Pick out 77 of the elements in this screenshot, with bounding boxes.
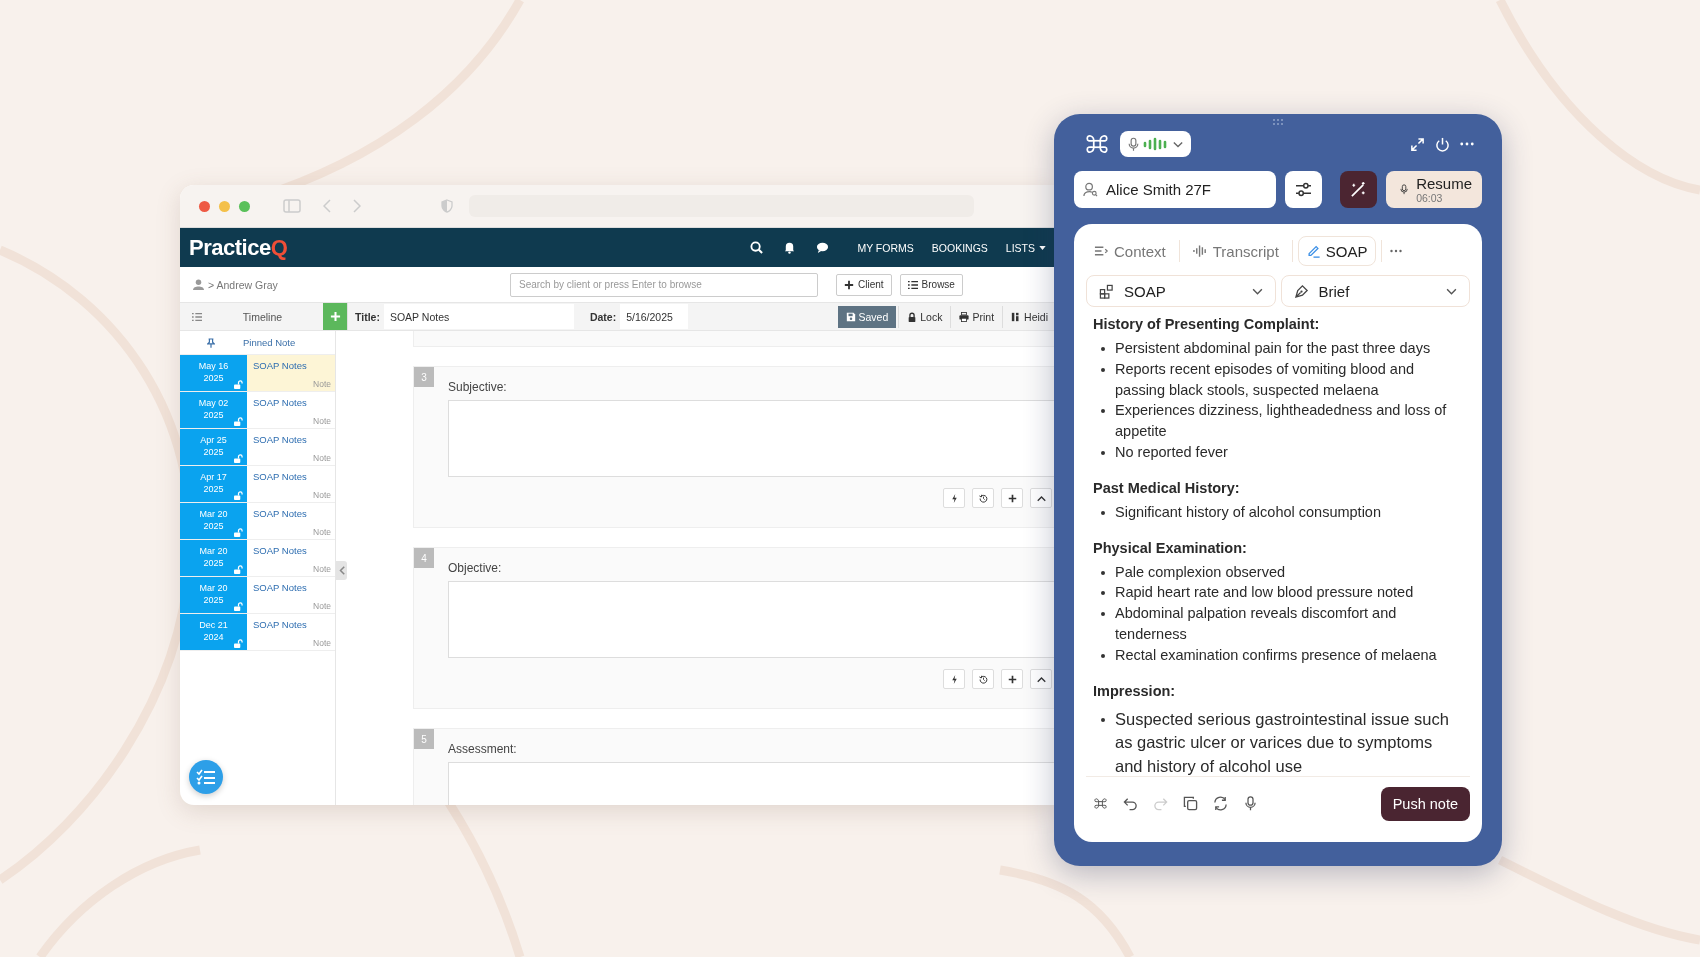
note-year: 2024 bbox=[203, 630, 224, 643]
lock-button[interactable]: Lock bbox=[898, 305, 951, 328]
nav-link[interactable]: BOOKINGS bbox=[931, 241, 988, 254]
save-button[interactable]: Saved bbox=[837, 305, 897, 328]
note-title: SOAP Notes bbox=[253, 360, 308, 371]
note-date: Apr 17 bbox=[200, 470, 227, 483]
note-type: Note bbox=[313, 453, 331, 463]
note-year: 2025 bbox=[203, 519, 224, 532]
push-note-button[interactable]: Push note bbox=[1380, 786, 1470, 821]
note-title: SOAP Notes bbox=[253, 471, 308, 482]
section-heading: History of Presenting Complaint: bbox=[1093, 315, 1321, 334]
note-type: Note bbox=[313, 379, 331, 389]
title-field[interactable]: SOAP Notes bbox=[383, 304, 574, 329]
tab[interactable]: SOAP bbox=[1297, 236, 1376, 266]
note-type: Note bbox=[313, 490, 331, 500]
note-date: Mar 20 bbox=[199, 507, 228, 520]
timeline-title: Timeline bbox=[241, 310, 284, 323]
note-type: Note bbox=[313, 416, 331, 426]
note-title: SOAP Notes bbox=[253, 397, 308, 408]
field-label: Date: bbox=[589, 310, 617, 323]
section-heading: Impression: bbox=[1093, 681, 1177, 701]
patient-field[interactable]: Alice Smith 27F bbox=[1074, 171, 1276, 208]
note-date: May 16 bbox=[198, 359, 229, 372]
note-year: 2025 bbox=[203, 445, 224, 458]
section-number: 5 bbox=[414, 729, 434, 749]
note-year: 2025 bbox=[203, 408, 224, 421]
section-label: Objective: bbox=[448, 561, 503, 575]
note-text: Persistent abdominal pain for the past three days bbox=[1115, 339, 1431, 358]
note-date: Dec 21 bbox=[199, 618, 228, 631]
note-text: Suspected serious gastrointestinal issue such as gastric ulcer or varices due to symptoms and history of alcohol use bbox=[1115, 708, 1450, 777]
nav-link[interactable]: MY FORMS bbox=[857, 241, 914, 254]
style-dropdown[interactable]: Brief bbox=[1280, 275, 1470, 307]
note-text: Rapid heart rate and low blood pressure noted bbox=[1115, 583, 1414, 603]
template-dropdown[interactable]: SOAP bbox=[1086, 275, 1276, 307]
note-date: Mar 20 bbox=[199, 544, 228, 557]
section-heading: Physical Examination: bbox=[1093, 538, 1248, 558]
note-year: 2025 bbox=[203, 371, 224, 384]
note-year: 2025 bbox=[203, 593, 224, 606]
breadcrumb[interactable]: > Andrew Gray bbox=[208, 278, 508, 291]
section-label: Assessment: bbox=[448, 742, 518, 756]
browse-button[interactable]: Browse bbox=[899, 273, 963, 296]
note-text: No reported fever bbox=[1115, 443, 1228, 462]
note-text: Reports recent episodes of vomiting blood and passing black stools, suspected melaena bbox=[1115, 359, 1416, 400]
practiceq-logo[interactable]: PracticeQ bbox=[189, 234, 288, 261]
section-label: Subjective: bbox=[448, 380, 508, 394]
note-date: Apr 25 bbox=[200, 433, 227, 446]
note-title: SOAP Notes bbox=[253, 545, 308, 556]
section-number: 3 bbox=[414, 367, 434, 387]
field-label: Title: bbox=[355, 310, 380, 323]
note-text: Significant history of alcohol consumption bbox=[1115, 502, 1381, 522]
note-text: Pale complexion observed bbox=[1115, 562, 1286, 582]
note-type: Note bbox=[313, 527, 331, 537]
note-title: SOAP Notes bbox=[253, 508, 308, 519]
note-type: Note bbox=[313, 601, 331, 611]
date-field[interactable]: 5/16/2025 bbox=[620, 304, 689, 329]
add-client-button[interactable]: Client bbox=[836, 273, 892, 296]
recording-time: 06:03 bbox=[1416, 191, 1443, 204]
search-field[interactable]: Search by client or press Enter to browse bbox=[510, 272, 818, 297]
note-title: SOAP Notes bbox=[253, 619, 308, 630]
section-number: 4 bbox=[414, 548, 434, 568]
note-title: SOAP Notes bbox=[253, 582, 308, 593]
note-year: 2025 bbox=[203, 482, 224, 495]
resume-button[interactable]: Resume 06:03 bbox=[1386, 171, 1482, 208]
note-text: Rectal examination confirms presence of melaena bbox=[1115, 645, 1437, 665]
resume-label: Resume bbox=[1416, 175, 1472, 192]
print-button[interactable]: Print bbox=[950, 305, 1003, 328]
note-title: SOAP Notes bbox=[253, 434, 308, 445]
section-heading: Past Medical History: bbox=[1093, 478, 1241, 498]
note-text: Abdominal palpation reveals discomfort and tenderness bbox=[1115, 604, 1398, 644]
note-year: 2025 bbox=[203, 556, 224, 569]
note-date: Mar 20 bbox=[199, 581, 228, 594]
pinned-note-link[interactable]: Pinned Note bbox=[243, 337, 296, 348]
note-date: May 02 bbox=[198, 396, 229, 409]
note-text: Experiences dizziness, lightheadedness and loss of appetite bbox=[1115, 401, 1448, 442]
note-type: Note bbox=[313, 638, 331, 648]
nav-link[interactable]: LISTS bbox=[1005, 241, 1046, 254]
note-type: Note bbox=[313, 564, 331, 574]
